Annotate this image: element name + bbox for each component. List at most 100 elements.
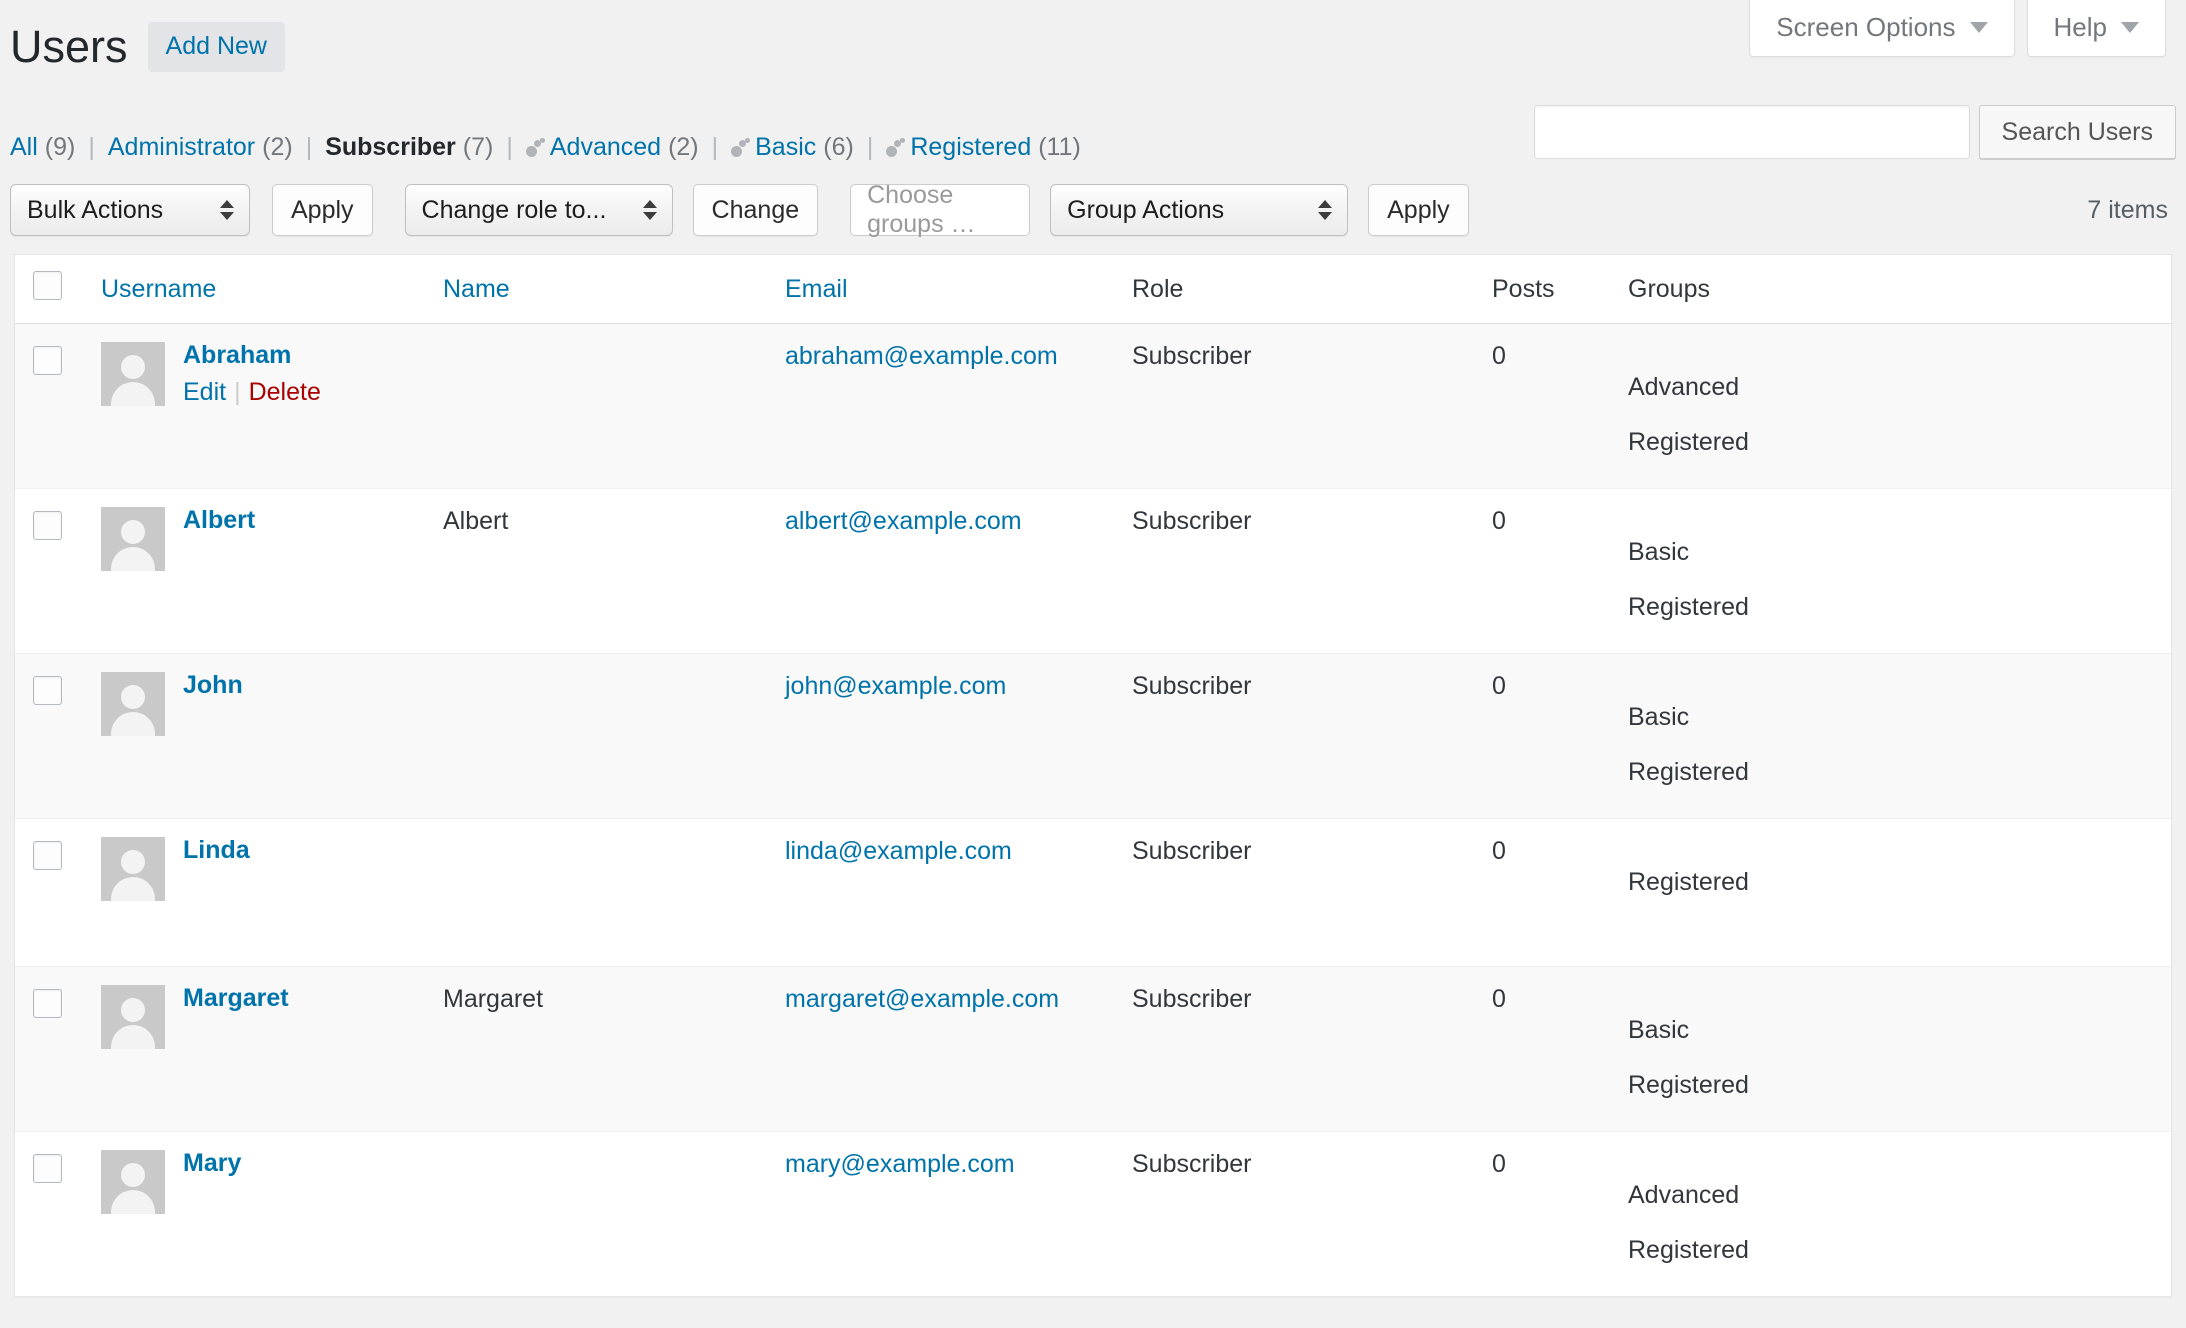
column-label-posts: Posts [1492,274,1555,303]
row-checkbox[interactable] [33,1154,62,1183]
row-checkbox[interactable] [33,989,62,1018]
username-cell: Margaret [101,966,443,1132]
posts-cell: 0 [1492,818,1628,967]
email-link[interactable]: john@example.com [785,672,1006,700]
select-stepper-icon [1318,200,1333,220]
name-cell [443,818,785,967]
sort-username-link[interactable]: Username [101,275,216,303]
group-actions-select[interactable]: Group Actions [1050,184,1349,236]
change-role-label: Change role to... [421,195,607,224]
groups-icon [886,138,906,158]
change-role-button[interactable]: Change [692,184,819,236]
edit-link[interactable]: Edit [183,378,226,407]
filter-count-registered: (11) [1038,133,1081,161]
screen-options-label: Screen Options [1776,12,1956,42]
filter-separator: | [88,133,95,161]
choose-groups-input[interactable]: Choose groups … [850,181,1031,238]
table-header-row: Username Name Email Role Posts Groups [15,255,2171,324]
change-role-select[interactable]: Change role to... [404,184,673,236]
search-input[interactable] [1533,105,1970,159]
screen-options-button[interactable]: Screen Options [1749,0,2015,57]
role-cell: Subscriber [1132,966,1492,1132]
help-button[interactable]: Help [2026,0,2166,57]
username-cell: Albert [101,488,443,654]
filter-link-advanced: Advanced (2) [525,133,699,162]
groups-icon [525,138,546,158]
filter-label-registered[interactable]: Registered [910,133,1031,161]
row-checkbox[interactable] [33,841,62,870]
filter-label-all[interactable]: All [10,133,38,161]
groups-cell: Advanced Registered [1628,1131,2171,1296]
username-link[interactable]: John [183,672,243,699]
email-link[interactable]: mary@example.com [785,1150,1015,1178]
posts-cell: 0 [1492,488,1628,654]
filter-label-basic[interactable]: Basic [755,133,816,161]
email-cell: linda@example.com [785,818,1132,967]
search-users-button[interactable]: Search Users [1978,105,2176,159]
email-cell: john@example.com [785,653,1132,819]
column-header-name: Name [443,255,785,324]
select-all-checkbox[interactable] [33,271,62,300]
table-row: John john@example.com Subscriber 0 Basic Regi… [15,653,2171,819]
avatar [101,507,165,571]
role-cell: Subscriber [1132,1131,1492,1296]
username-cell: John [101,653,443,819]
users-table-wrapper: Username Name Email Role Posts Groups Ab… [14,254,2172,1297]
name-cell [443,653,785,819]
row-checkbox[interactable] [33,346,62,375]
username-cell: Linda [101,818,443,967]
role-cell: Subscriber [1132,818,1492,967]
posts-cell: 0 [1492,966,1628,1132]
username-link[interactable]: Margaret [183,985,289,1012]
email-cell: mary@example.com [785,1131,1132,1296]
bulk-apply-button[interactable]: Apply [272,184,373,236]
name-cell [443,1131,785,1296]
select-all-header [15,255,101,324]
sort-email-link[interactable]: Email [785,275,848,303]
add-new-button[interactable]: Add New [147,22,285,72]
row-checkbox[interactable] [33,511,62,540]
groups-cell: Basic Registered [1628,653,2171,819]
email-link[interactable]: abraham@example.com [785,342,1058,370]
row-select-cell [15,653,101,819]
filter-label-administrator[interactable]: Administrator [108,133,255,161]
group-name: Registered [1628,593,1749,621]
group-actions-label: Group Actions [1067,195,1225,224]
groups-icon [731,138,751,158]
username-link[interactable]: Mary [183,1150,241,1177]
filter-separator: | [866,133,874,161]
group-apply-button[interactable]: Apply [1368,184,1469,236]
groups-cell: Basic Registered [1628,488,2171,654]
group-name: Basic [1628,1016,1690,1044]
username-link[interactable]: Linda [183,837,250,864]
username-cell: Mary [101,1131,443,1296]
row-select-cell [15,323,101,489]
delete-link[interactable]: Delete [249,378,321,407]
username-link[interactable]: Abraham [183,342,321,369]
email-link[interactable]: albert@example.com [785,507,1022,535]
filter-separator: | [506,133,513,161]
select-stepper-icon [642,200,657,220]
email-cell: albert@example.com [785,488,1132,654]
filter-label-advanced[interactable]: Advanced [550,133,661,161]
group-name: Registered [1628,428,1749,456]
role-cell: Subscriber [1132,488,1492,654]
row-checkbox[interactable] [33,676,62,705]
filter-separator: | [711,133,719,161]
row-select-cell [15,488,101,654]
filter-count-basic: (6) [823,133,854,161]
group-name: Registered [1628,868,1749,896]
users-table-head: Username Name Email Role Posts Groups [15,255,2171,324]
column-header-posts: Posts [1492,255,1628,324]
users-table-body: Abraham Edit | Delete abraham@example.com Sub… [15,323,2171,1296]
row-select-cell [15,1131,101,1296]
sort-name-link[interactable]: Name [443,275,510,303]
avatar [101,1150,165,1214]
email-link[interactable]: margaret@example.com [785,985,1059,1013]
username-link[interactable]: Albert [183,507,255,534]
bulk-actions-select[interactable]: Bulk Actions [10,184,250,236]
choose-groups-placeholder: Choose groups … [867,181,976,238]
posts-cell: 0 [1492,1131,1628,1296]
row-select-cell [15,966,101,1132]
email-link[interactable]: linda@example.com [785,837,1012,865]
